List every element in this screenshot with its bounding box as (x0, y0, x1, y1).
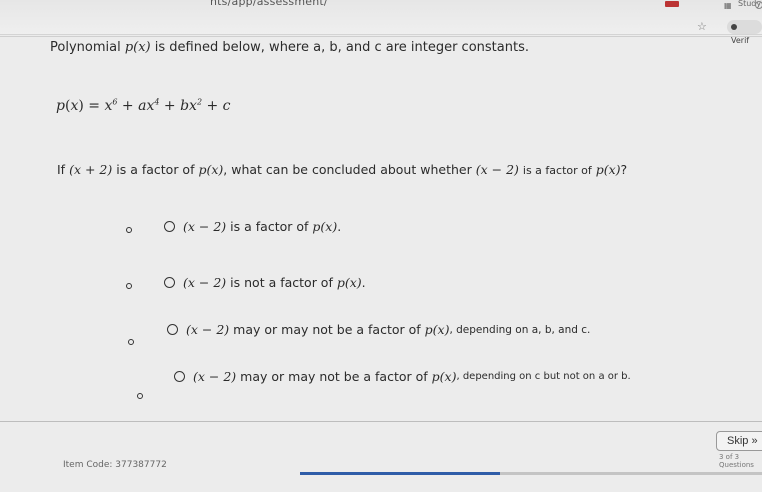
question-tail: , what can be concluded about whether (223, 162, 472, 177)
profile-icon[interactable] (755, 1, 762, 9)
extension-icon[interactable] (665, 1, 679, 7)
choice-bullet-icon (126, 227, 132, 233)
radio-button-b[interactable] (164, 277, 175, 288)
choice-factor: (x − 2) (186, 322, 230, 337)
choice-text: may or may not be a factor of (233, 322, 421, 337)
stem-prefix: Polynomial (50, 40, 121, 55)
choice-factor: (x − 2) (183, 275, 227, 290)
choice-bullet-icon (137, 393, 143, 399)
choice-end: . (361, 275, 366, 290)
choice-var: p(x) (312, 219, 338, 234)
study-icon: ▦ (724, 1, 732, 10)
choice-var: p(x) (424, 322, 450, 337)
verify-label: Verif (731, 36, 750, 45)
stem-suffix: is defined below, where a, b, and c are … (154, 40, 529, 55)
choice-end: , depending on c but not on a or b. (456, 371, 631, 382)
eq-lhs: p(x) = x6 + ax4 + bx2 + c (56, 97, 231, 114)
skip-button[interactable]: Skip » (716, 431, 762, 451)
choice-end: . (337, 219, 342, 234)
url-fragment: nts/app/assessment/ (210, 0, 328, 8)
choice-end: , depending on a, b, and c. (449, 323, 591, 336)
question-factor: (x + 2) (69, 162, 113, 177)
question-count: 3 of 3 Questions (719, 453, 754, 469)
answer-choice-b[interactable]: (x − 2) is not a factor of p(x). (164, 275, 366, 290)
radio-button-d[interactable] (174, 371, 185, 382)
choice-var: p(x) (336, 275, 362, 290)
answer-choice-a[interactable]: (x − 2) is a factor of p(x). (164, 219, 341, 234)
choice-bullet-icon (126, 283, 132, 289)
answer-choice-c[interactable]: (x − 2) may or may not be a factor of p(… (167, 322, 590, 337)
question-var: p(x) (198, 162, 224, 177)
choice-text: is a factor of (230, 219, 309, 234)
radio-button-a[interactable] (164, 221, 175, 232)
question-text: If (x + 2) is a factor of p(x), what can… (57, 162, 627, 177)
choice-text: is not a factor of (230, 275, 333, 290)
star-icon[interactable]: ☆ (697, 20, 707, 33)
question-mid: is a factor of (116, 162, 195, 177)
question-prefix: If (57, 162, 66, 177)
choice-text: may or may not be a factor of (240, 369, 428, 384)
question-stem: Polynomial p(x) is defined below, where … (50, 40, 529, 55)
header-divider (0, 36, 762, 37)
question-end: is a factor of (522, 164, 592, 177)
answer-choice-d[interactable]: (x − 2) may or may not be a factor of p(… (174, 369, 631, 384)
footer-divider (0, 421, 762, 422)
question-factor2: (x − 2) (475, 162, 519, 177)
item-code: Item Code: 377387772 (63, 460, 167, 470)
progress-bar-fill (300, 472, 500, 475)
progress-bar-track (500, 472, 762, 475)
polynomial-equation: p(x) = x6 + ax4 + bx2 + c (56, 97, 231, 114)
choice-var: p(x) (431, 369, 457, 384)
verify-dot-icon (731, 23, 737, 30)
question-mark: ? (620, 162, 628, 177)
browser-top-bar: nts/app/assessment/ ▦ Study ☆ Verif (0, 0, 762, 45)
radio-button-c[interactable] (167, 324, 178, 335)
choice-factor: (x − 2) (193, 369, 237, 384)
stem-var: p(x) (124, 40, 151, 55)
choice-bullet-icon (128, 339, 134, 345)
choice-factor: (x − 2) (183, 219, 227, 234)
question-var2: p(x) (595, 162, 621, 177)
verify-chip[interactable]: Verif (727, 20, 762, 45)
